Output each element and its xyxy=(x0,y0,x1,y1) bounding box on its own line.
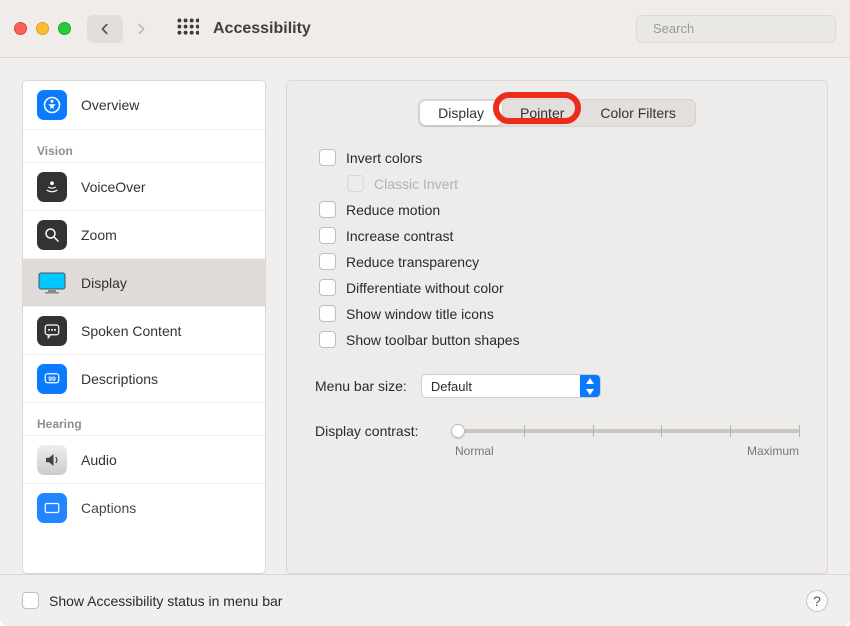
sidebar-item-zoom[interactable]: Zoom xyxy=(23,210,265,258)
chevron-left-icon xyxy=(98,22,112,36)
sidebar-item-voiceover[interactable]: VoiceOver xyxy=(23,162,265,210)
label-text: Differentiate without color xyxy=(346,280,504,296)
tab-pointer[interactable]: Pointer xyxy=(502,101,582,125)
checkbox-invert-colors[interactable]: Invert colors xyxy=(319,149,799,166)
slider-max-label: Maximum xyxy=(747,444,799,458)
tab-display[interactable]: Display xyxy=(420,101,502,125)
checkbox-show-status-menubar[interactable]: Show Accessibility status in menu bar xyxy=(22,592,282,609)
checkbox-reduce-transparency[interactable]: Reduce transparency xyxy=(319,253,799,270)
sidebar-item-audio[interactable]: Audio xyxy=(23,435,265,483)
sidebar-heading-hearing: Hearing xyxy=(23,402,265,435)
spoken-content-icon xyxy=(37,316,67,346)
checkbox-show-title-icons[interactable]: Show window title icons xyxy=(319,305,799,322)
chevron-right-icon xyxy=(134,22,148,36)
sidebar-item-descriptions[interactable]: 99 Descriptions xyxy=(23,354,265,402)
window-body: Overview Vision VoiceOver Zoom xyxy=(0,58,850,574)
display-contrast-section: Display contrast: Normal Maximum xyxy=(315,420,799,458)
label-text: Invert colors xyxy=(346,150,422,166)
checkbox-reduce-motion[interactable]: Reduce motion xyxy=(319,201,799,218)
sidebar-item-label: Captions xyxy=(81,500,136,516)
sidebar-item-label: Display xyxy=(81,275,127,291)
chevron-up-icon xyxy=(586,378,594,384)
captions-icon xyxy=(37,493,67,523)
voiceover-icon xyxy=(37,172,67,202)
menu-bar-size-select[interactable]: Default xyxy=(421,374,601,398)
show-all-button[interactable] xyxy=(177,18,199,40)
nav-controls xyxy=(87,15,159,43)
menu-bar-size-row: Menu bar size: Default xyxy=(315,374,799,398)
chevron-down-icon xyxy=(586,389,594,395)
zoom-window-button[interactable] xyxy=(58,22,71,35)
sidebar-item-label: Audio xyxy=(81,452,117,468)
overview-icon xyxy=(37,90,67,120)
label-text: Show toolbar button shapes xyxy=(346,332,520,348)
display-icon xyxy=(37,268,67,298)
select-value: Default xyxy=(422,379,580,394)
sidebar-item-display[interactable]: Display xyxy=(23,258,265,306)
label-text: Show Accessibility status in menu bar xyxy=(49,593,282,609)
checkbox-increase-contrast[interactable]: Increase contrast xyxy=(319,227,799,244)
select-stepper xyxy=(580,375,600,397)
help-button[interactable]: ? xyxy=(806,590,828,612)
grid-icon xyxy=(177,18,199,40)
descriptions-icon: 99 xyxy=(37,364,67,394)
search-field[interactable] xyxy=(636,15,836,43)
window-controls xyxy=(14,22,71,35)
slider-min-label: Normal xyxy=(455,444,494,458)
label-text: Reduce transparency xyxy=(346,254,479,270)
audio-icon xyxy=(37,445,67,475)
minimize-window-button[interactable] xyxy=(36,22,49,35)
display-options: Invert colors Classic Invert Reduce moti… xyxy=(319,149,799,348)
sidebar-heading-vision: Vision xyxy=(23,129,265,162)
label-text: Increase contrast xyxy=(346,228,453,244)
label-text: Reduce motion xyxy=(346,202,440,218)
sidebar-item-spoken-content[interactable]: Spoken Content xyxy=(23,306,265,354)
svg-text:99: 99 xyxy=(48,375,56,382)
zoom-icon xyxy=(37,220,67,250)
search-input[interactable] xyxy=(651,20,831,37)
sidebar-item-label: Overview xyxy=(81,97,139,113)
sidebar-item-label: Spoken Content xyxy=(81,323,181,339)
toolbar: Accessibility xyxy=(0,0,850,58)
content-pane: Display Pointer Color Filters Invert col… xyxy=(286,80,828,574)
checkbox-differentiate-without-color[interactable]: Differentiate without color xyxy=(319,279,799,296)
display-contrast-label: Display contrast: xyxy=(315,423,445,439)
accessibility-window: Accessibility Overview Vision xyxy=(0,0,850,626)
back-button[interactable] xyxy=(87,15,123,43)
footer: Show Accessibility status in menu bar ? xyxy=(0,574,850,626)
close-window-button[interactable] xyxy=(14,22,27,35)
slider-thumb[interactable] xyxy=(451,424,465,438)
sidebar-item-label: Descriptions xyxy=(81,371,158,387)
menu-bar-size-label: Menu bar size: xyxy=(315,378,407,394)
forward-button[interactable] xyxy=(123,15,159,43)
display-tabs: Display Pointer Color Filters xyxy=(418,99,696,127)
sidebar-item-captions[interactable]: Captions xyxy=(23,483,265,531)
label-text: Show window title icons xyxy=(346,306,494,322)
sidebar-item-label: VoiceOver xyxy=(81,179,146,195)
display-contrast-slider[interactable] xyxy=(455,420,799,442)
tab-color-filters[interactable]: Color Filters xyxy=(582,101,693,125)
sidebar-item-label: Zoom xyxy=(81,227,117,243)
checkbox-show-toolbar-shapes[interactable]: Show toolbar button shapes xyxy=(319,331,799,348)
checkbox-classic-invert: Classic Invert xyxy=(347,175,799,192)
sidebar-item-overview[interactable]: Overview xyxy=(23,81,265,129)
sidebar: Overview Vision VoiceOver Zoom xyxy=(22,80,266,574)
label-text: Classic Invert xyxy=(374,176,458,192)
window-title: Accessibility xyxy=(213,20,311,38)
